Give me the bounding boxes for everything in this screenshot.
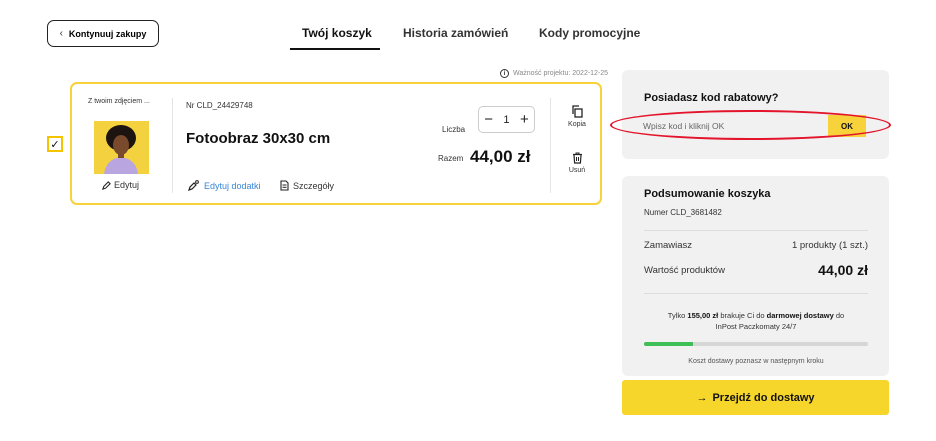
product-thumbnail[interactable] — [94, 121, 149, 174]
promo-code-input[interactable] — [623, 115, 833, 137]
decrease-quantity-button[interactable]: − — [484, 111, 493, 128]
promo-ok-button[interactable]: OK — [828, 115, 866, 137]
thumb-caption: Z twoim zdjęciem ... — [88, 98, 150, 105]
shipping-middle: brakuje Ci do — [720, 311, 765, 320]
edit-photo-label: Edytuj — [114, 180, 140, 190]
product-title: Fotoobraz 30x30 cm — [186, 130, 331, 147]
shipping-prefix: Tylko — [667, 311, 686, 320]
copy-item-button[interactable]: Kopia — [562, 105, 592, 128]
divider — [644, 293, 868, 294]
quantity-stepper: − 1 + — [478, 106, 535, 133]
item-select-checkbox[interactable]: ✓ — [47, 136, 63, 152]
shipping-suffix: do — [835, 311, 845, 320]
order-number: Nr CLD_24429748 — [186, 101, 253, 110]
info-icon: i — [500, 69, 509, 78]
shipping-amount: 155,00 zł — [687, 311, 719, 320]
divider — [550, 98, 551, 193]
tab-promo-codes[interactable]: Kody promocyjne — [539, 26, 640, 40]
edit-photo-button[interactable]: Edytuj — [102, 180, 139, 190]
products-value-label: Wartość produktów — [644, 264, 725, 276]
divider — [644, 230, 868, 231]
tab-order-history[interactable]: Historia zamówień — [403, 26, 508, 40]
edit-addons-icon — [188, 180, 199, 191]
details-link[interactable]: Szczegóły — [280, 180, 334, 191]
total-label: Razem — [438, 154, 464, 163]
shipping-note: Koszt dostawy poznasz w następnym kroku — [688, 358, 824, 365]
summary-title: Podsumowanie koszyka — [644, 188, 771, 200]
total-value: 44,00 zł — [470, 147, 531, 166]
quantity-label: Liczba — [442, 125, 466, 134]
proceed-to-shipping-button[interactable]: → Przejdź do dostawy — [622, 380, 889, 415]
shipping-carrier: InPost Paczkomaty 24/7 — [715, 321, 797, 331]
checkmark-icon: ✓ — [50, 138, 60, 151]
document-icon — [280, 180, 289, 191]
shipping-free: darmowej dostawy — [766, 311, 834, 320]
project-validity: i Ważność projektu: 2022-12-25 — [500, 69, 608, 78]
trash-icon — [572, 152, 582, 164]
order-count-label: Zamawiasz — [644, 240, 693, 251]
tab-cart[interactable]: Twój koszyk — [302, 26, 372, 40]
increase-quantity-button[interactable]: + — [520, 111, 529, 128]
copy-label: Kopia — [568, 121, 586, 128]
cart-summary-panel: Podsumowanie koszyka Numer CLD_3681482 Z… — [622, 176, 889, 376]
quantity-value[interactable]: 1 — [503, 114, 509, 126]
delete-item-button[interactable]: Usuń — [562, 152, 592, 174]
edit-addons-label: Edytuj dodatki — [204, 180, 261, 191]
promo-code-panel: Posiadasz kod rabatowy? OK — [622, 70, 889, 159]
active-tab-underline — [290, 48, 380, 50]
cart-item-card: Z twoim zdjęciem ... Edytuj Nr CLD_24429… — [70, 82, 602, 205]
edit-addons-link[interactable]: Edytuj dodatki — [188, 180, 261, 191]
free-shipping-progress — [644, 342, 868, 346]
free-shipping-info: Tylko 155,00 zł brakuje Ci do darmowej d… — [644, 311, 868, 332]
details-label: Szczegóły — [293, 180, 335, 191]
order-count-row: Zamawiasz 1 produkty (1 szt.) — [644, 240, 868, 251]
products-value-row: Wartość produktów 44,00 zł — [644, 262, 868, 278]
proceed-to-shipping-label: Przejdź do dostawy — [712, 391, 815, 404]
order-count-value: 1 produkty (1 szt.) — [791, 240, 868, 251]
pencil-icon — [102, 180, 111, 190]
project-validity-text: Ważność projektu: 2022-12-25 — [513, 70, 609, 77]
summary-number: Numer CLD_3681482 — [644, 208, 722, 217]
promo-title: Posiadasz kod rabatowy? — [644, 92, 779, 104]
cart-tabs: Twój koszyk Historia zamówień Kody promo… — [0, 22, 936, 52]
divider — [172, 98, 173, 193]
products-value: 44,00 zł — [818, 262, 868, 278]
copy-icon — [572, 105, 583, 118]
free-shipping-progress-fill — [644, 342, 694, 346]
arrow-right-icon: → — [696, 391, 708, 404]
delete-label: Usuń — [568, 167, 586, 174]
